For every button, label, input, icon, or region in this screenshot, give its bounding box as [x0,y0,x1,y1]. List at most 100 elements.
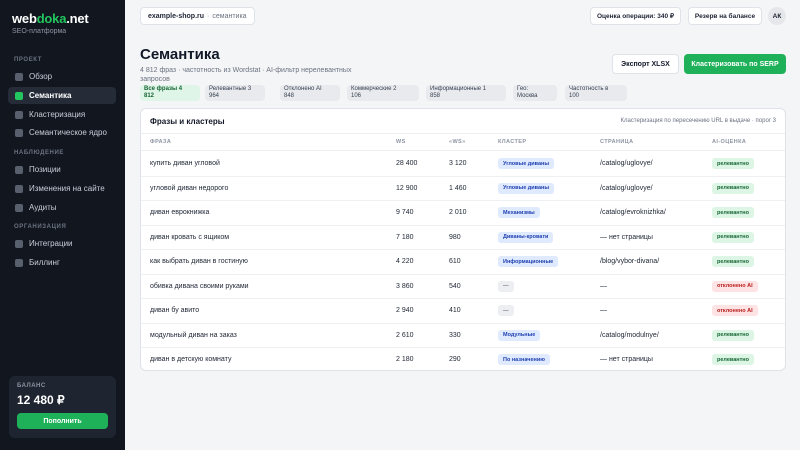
cluster-tag[interactable]: По назначению [498,354,550,365]
semantics-icon [15,91,23,100]
ws-exact-cell: 3 120 [449,160,467,167]
sidebar-item-site-changes[interactable]: Изменения на сайте [8,180,116,197]
column-ws-exact[interactable]: «WS» [449,139,466,145]
table-header: ФРАЗА WS «WS» КЛАСТЕР СТРАНИЦА AI-ОЦЕНКА [141,133,785,151]
overview-icon [15,72,23,81]
ws-cell: 2 940 [396,307,414,314]
cluster-serp-button[interactable]: Кластеризовать по SERP [684,54,786,74]
billing-icon [15,258,23,267]
phrase-cell: обивка дивана своими руками [150,282,249,290]
phrase-cell: как выбрать диван в гостиную [150,258,248,265]
cluster-tag[interactable]: Угловые диваны [498,182,555,194]
page-cell[interactable]: /catalog/evroknizhka/ [600,209,666,216]
sidebar-item-integrations[interactable]: Интеграции [8,235,116,252]
filter-chip-relevant[interactable]: Релевантные 3 964 [205,85,265,101]
reserve-badge[interactable]: Резерв на балансе [688,7,762,25]
breadcrumb[interactable]: example-shop.ru · семантика [140,7,255,25]
page-cell[interactable]: — [600,307,607,314]
ws-exact-cell: 410 [449,307,461,314]
table-row[interactable]: диван еврокнижка 9 740 2 010 Механизмы/cata… [141,201,785,226]
column-ws[interactable]: WS [396,139,406,145]
export-xlsx-button[interactable]: Экспорт XLSX [612,54,679,74]
filter-chip-rejected[interactable]: Отклонено AI 848 [280,85,340,101]
filter-chip-frequency[interactable]: Частотность в 100 [565,85,627,101]
table-row[interactable]: диван кровать с ящиком 7 180 980 Диваны-кро… [141,226,785,250]
section-label-monitoring: НАБЛЮДЕНИЕ [14,150,65,156]
table-row[interactable]: угловой диван недорого 12 900 1 460 Угловые… [141,177,785,201]
phrase-cell: купить диван угловой [150,160,220,167]
cluster-tag[interactable]: Механизмы [498,207,540,218]
ws-exact-cell: 290 [449,356,461,363]
sidebar-item-overview[interactable]: Обзор [8,68,116,85]
ai-status-badge: отклонено AI [712,305,758,316]
phrase-cell: диван еврокнижка [150,209,210,216]
ws-cell: 4 220 [396,258,414,265]
column-page[interactable]: СТРАНИЦА [600,139,633,145]
sidebar-item-billing[interactable]: Биллинг [8,254,116,271]
balance-card: БАЛАНС 12 480 ₽ Пополнить [9,376,116,438]
operation-cost-badge: Оценка операции: 340 ₽ [590,7,681,25]
column-cluster[interactable]: КЛАСТЕР [498,139,526,145]
filter-chip-informational[interactable]: Информационные 1 858 [426,85,506,101]
topup-button[interactable]: Пополнить [17,413,108,429]
ws-exact-cell: 980 [449,233,461,241]
page-cell[interactable]: /catalog/modulnye/ [600,332,659,339]
table-row[interactable]: купить диван угловой 28 400 3 120 Угловые д… [141,152,785,177]
ai-status-badge: релевантно [712,329,754,341]
ws-exact-cell: 610 [449,258,461,265]
cluster-tag[interactable]: Угловые диваны [498,158,555,169]
ai-status-badge: релевантно [712,256,754,267]
table-row[interactable]: модульный диван на заказ 2 610 330 Модульны… [141,324,785,348]
phrase-cell: диван бу авито [150,307,200,314]
sidebar-item-positions[interactable]: Позиции [8,161,116,178]
balance-value: 12 480 ₽ [17,393,65,407]
logo-subtitle: SEO-платформа [12,28,67,35]
table-title: Фразы и кластеры [150,117,225,126]
table-row[interactable]: диван в детскую комнату 2 180 290 По назнач… [141,348,785,370]
integrations-icon [15,239,23,248]
sidebar-item-semantics[interactable]: Семантика [8,87,116,104]
table-note: Кластеризация по пересечению URL в выдач… [620,118,776,124]
table-row[interactable]: диван бу авито 2 940 410 — — отклонено AI [141,299,785,324]
ws-cell: 3 860 [396,282,414,290]
column-phrase[interactable]: ФРАЗА [150,139,171,145]
phrase-cell: модульный диван на заказ [150,331,237,339]
page-cell[interactable]: /catalog/uglovye/ [600,185,653,192]
ai-status-badge: отклонено AI [712,280,758,292]
ai-status-badge: релевантно [712,182,754,194]
page-cell[interactable]: — нет страницы [600,356,653,363]
page-cell[interactable]: /blog/vybor-divana/ [600,258,659,265]
cluster-tag[interactable]: — [498,280,514,292]
column-ai[interactable]: AI-ОЦЕНКА [712,139,746,145]
page-subtitle: 4 812 фраз · частотность из Wordstat · A… [140,67,352,83]
table-row[interactable]: обивка дивана своими руками 3 860 540 — — отк… [141,275,785,299]
page-title: Семантика [140,46,220,63]
table-row[interactable]: как выбрать диван в гостиную 4 220 610 Инфо… [141,250,785,275]
semantic-core-icon [15,128,23,137]
phrase-cell: диван кровать с ящиком [150,233,230,241]
breadcrumb-site[interactable]: example-shop.ru [148,13,204,20]
section-label-organization: ОРГАНИЗАЦИЯ [14,224,67,230]
sidebar: webdoka.net SEO-платформа ПРОЕКТ Обзор С… [0,0,125,450]
ws-cell: 2 180 [396,356,414,363]
ws-exact-cell: 330 [449,331,461,339]
page-cell[interactable]: — нет страницы [600,234,653,241]
cluster-tag[interactable]: Информационные [498,256,559,267]
logo[interactable]: webdoka.net [12,11,89,26]
filter-chip-geo[interactable]: Гео: Москва [513,85,557,101]
page-cell[interactable]: — [600,283,607,290]
ai-status-badge: релевантно [712,354,754,365]
ws-cell: 7 180 [396,233,414,241]
cluster-tag[interactable]: Модульные [498,329,541,341]
sidebar-item-audits[interactable]: Аудиты [8,199,116,216]
avatar[interactable]: АК [768,7,786,25]
filter-chip-commercial[interactable]: Коммерческие 2 106 [347,85,419,101]
page-cell[interactable]: /catalog/uglovye/ [600,160,653,167]
phrase-cell: диван в детскую комнату [150,356,232,363]
sidebar-item-clustering[interactable]: Кластеризация [8,106,116,123]
cluster-tag[interactable]: Диваны-кровати [498,231,554,243]
phrases-table-card: Фразы и кластеры Кластеризация по пересе… [140,108,786,371]
cluster-tag[interactable]: — [498,305,514,316]
sidebar-item-semantic-core[interactable]: Семантическое ядро [8,124,116,141]
filter-chip-all[interactable]: Все фразы 4 812 [140,85,200,101]
